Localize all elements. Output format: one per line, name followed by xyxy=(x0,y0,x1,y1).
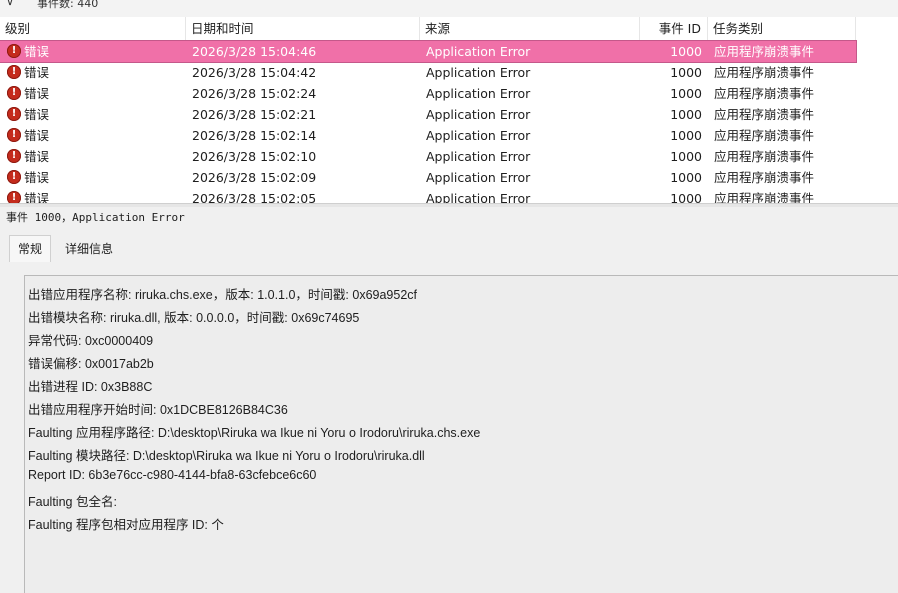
column-header-event-id[interactable]: 事件 ID xyxy=(640,17,708,40)
description-line: Faulting 程序包相对应用程序 ID: 个 xyxy=(28,518,224,532)
date-cell: 2026/3/28 15:02:05 xyxy=(192,191,317,203)
description-line: 出错模块名称: riruka.dll, 版本: 0.0.0.0，时间戳: 0x6… xyxy=(28,311,360,325)
sort-descending-icon: ﹀ xyxy=(298,17,308,23)
column-header-source[interactable]: 来源 xyxy=(420,17,640,40)
description-line: Faulting 模块路径: D:\desktop\Riruka wa Ikue… xyxy=(28,449,425,463)
table-row[interactable]: ! 错误 2026/3/28 15:02:09 Application Error 10… xyxy=(0,167,856,188)
event-description[interactable]: 出错应用程序名称: riruka.chs.exe，版本: 1.0.1.0，时间戳… xyxy=(24,275,898,593)
task-category-cell: 应用程序崩溃事件 xyxy=(714,128,815,143)
source-cell: Application Error xyxy=(426,86,531,101)
event-id-cell: 1000 xyxy=(670,44,702,59)
date-cell: 2026/3/28 15:02:24 xyxy=(192,86,317,101)
event-id-cell: 1000 xyxy=(670,149,702,164)
description-line: 异常代码: 0xc0000409 xyxy=(28,334,154,348)
table-row[interactable]: ! 错误 2026/3/28 15:02:24 Application Error 10… xyxy=(0,83,856,104)
date-cell: 2026/3/28 15:04:46 xyxy=(192,44,317,59)
source-cell: Application Error xyxy=(426,191,531,203)
error-icon: ! xyxy=(7,149,21,163)
date-cell: 2026/3/28 15:02:09 xyxy=(192,170,317,185)
event-count: 事件数: 440 xyxy=(37,0,99,10)
event-id-cell: 1000 xyxy=(670,65,702,80)
task-category-cell: 应用程序崩溃事件 xyxy=(714,107,815,122)
error-icon: ! xyxy=(7,86,21,100)
level-cell: 错误 xyxy=(24,65,50,80)
date-cell: 2026/3/28 15:04:42 xyxy=(192,65,317,80)
error-icon: ! xyxy=(7,191,21,203)
event-id-cell: 1000 xyxy=(670,86,702,101)
table-row[interactable]: ! 错误 2026/3/28 15:02:05 Application Error 10… xyxy=(0,188,856,203)
error-icon: ! xyxy=(7,128,21,142)
description-line: Faulting 应用程序路径: D:\desktop\Riruka wa Ik… xyxy=(28,426,481,440)
level-cell: 错误 xyxy=(24,44,50,59)
event-id-cell: 1000 xyxy=(670,191,702,203)
event-detail-title: 事件 1000，Application Error xyxy=(6,211,185,224)
level-cell: 错误 xyxy=(24,170,50,185)
date-cell: 2026/3/28 15:02:14 xyxy=(192,128,317,143)
level-cell: 错误 xyxy=(24,86,50,101)
source-cell: Application Error xyxy=(426,44,531,59)
description-line: Faulting 包全名: xyxy=(28,495,117,509)
column-header-task-category[interactable]: 任务类别 xyxy=(708,17,856,40)
error-icon: ! xyxy=(7,107,21,121)
table-row[interactable]: ! 错误 2026/3/28 15:04:46 Application Error 10… xyxy=(0,40,857,63)
level-cell: 错误 xyxy=(24,107,50,122)
toolbar: ⊽ 事件数: 440 xyxy=(0,0,898,18)
source-cell: Application Error xyxy=(426,65,531,80)
error-icon: ! xyxy=(7,65,21,79)
table-row[interactable]: ! 错误 2026/3/28 15:02:14 Application Error 10… xyxy=(0,125,856,146)
description-line: 出错应用程序开始时间: 0x1DCBE8126B84C36 xyxy=(28,403,288,417)
table-row[interactable]: ! 错误 2026/3/28 15:02:21 Application Error 10… xyxy=(0,104,856,125)
task-category-cell: 应用程序崩溃事件 xyxy=(714,44,815,59)
description-line: 出错进程 ID: 0x3B88C xyxy=(28,380,153,394)
date-cell: 2026/3/28 15:02:21 xyxy=(192,107,317,122)
date-cell: 2026/3/28 15:02:10 xyxy=(192,149,317,164)
table-row[interactable]: ! 错误 2026/3/28 15:02:10 Application Error 10… xyxy=(0,146,856,167)
event-list-header: 级别 日期和时间 ﹀ 来源 事件 ID 任务类别 xyxy=(0,17,856,41)
level-cell: 错误 xyxy=(24,149,50,164)
error-icon: ! xyxy=(7,170,21,184)
event-id-cell: 1000 xyxy=(670,107,702,122)
description-line: Report ID: 6b3e76cc-c980-4144-bfa8-63cfe… xyxy=(28,468,317,482)
task-category-cell: 应用程序崩溃事件 xyxy=(714,65,815,80)
event-rows: ! 错误 2026/3/28 15:04:46 Application Error 10… xyxy=(0,40,857,203)
level-cell: 错误 xyxy=(24,128,50,143)
column-header-level[interactable]: 级别 xyxy=(0,17,186,40)
task-category-cell: 应用程序崩溃事件 xyxy=(714,191,815,203)
task-category-cell: 应用程序崩溃事件 xyxy=(714,170,815,185)
source-cell: Application Error xyxy=(426,149,531,164)
table-row[interactable]: ! 错误 2026/3/28 15:04:42 Application Error 10… xyxy=(0,62,856,83)
task-category-cell: 应用程序崩溃事件 xyxy=(714,86,815,101)
event-id-cell: 1000 xyxy=(670,170,702,185)
description-line: 出错应用程序名称: riruka.chs.exe，版本: 1.0.1.0，时间戳… xyxy=(28,288,418,302)
description-line: 错误偏移: 0x0017ab2b xyxy=(28,357,154,371)
tab-details[interactable]: 详细信息 xyxy=(65,240,113,257)
event-detail-pane: 事件 1000，Application Error 常规 详细信息 出错应用程序… xyxy=(0,207,898,593)
tab-general[interactable]: 常规 xyxy=(9,235,52,262)
task-category-cell: 应用程序崩溃事件 xyxy=(714,149,815,164)
source-cell: Application Error xyxy=(426,107,531,122)
source-cell: Application Error xyxy=(426,128,531,143)
event-id-cell: 1000 xyxy=(670,128,702,143)
source-cell: Application Error xyxy=(426,170,531,185)
event-list[interactable]: 级别 日期和时间 ﹀ 来源 事件 ID 任务类别 ! 错误 2026/3/28 15… xyxy=(0,17,898,203)
error-icon: ! xyxy=(7,44,21,58)
level-cell: 错误 xyxy=(24,191,50,203)
filter-icon[interactable]: ⊽ xyxy=(6,0,14,8)
